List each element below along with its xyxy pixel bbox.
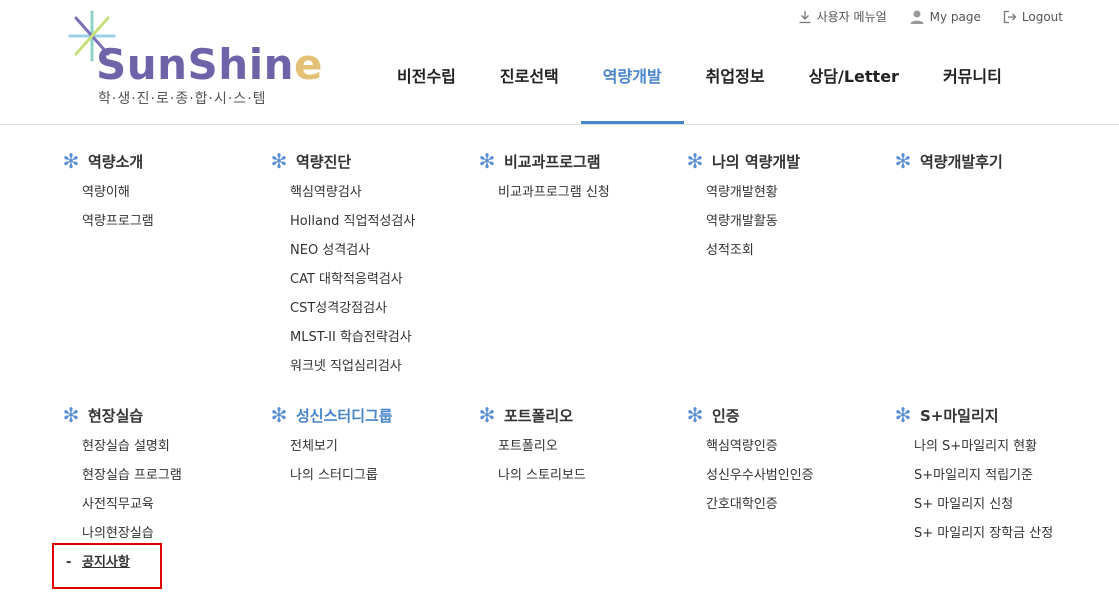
nav-counseling[interactable]: 상담/Letter	[787, 60, 921, 124]
menu-column: ✻ 포트폴리오 포트폴리오 나의 스토리보드	[478, 402, 686, 577]
menu-link[interactable]: CST성격강점검사	[290, 294, 478, 323]
menu-category-title[interactable]: ✻ 인증	[686, 402, 894, 428]
my-page-link[interactable]: My page	[909, 8, 981, 25]
menu-column: ✻ 나의 역량개발 역량개발현황 역량개발활동 성적조회	[686, 148, 894, 381]
menu-link[interactable]: 간호대학인증	[706, 490, 894, 519]
menu-column: ✻ 역량소개 역량이해 역량프로그램	[62, 148, 270, 381]
menu-link[interactable]: 현장실습 설명회	[82, 432, 270, 461]
menu-link[interactable]: 현장실습 프로그램	[82, 461, 270, 490]
logout-link[interactable]: Logout	[1003, 8, 1063, 25]
menu-link[interactable]: 워크넷 직업심리검사	[290, 352, 478, 381]
menu-list: 현장실습 설명회 현장실습 프로그램 사전직무교육 나의현장실습 공지사항	[66, 432, 270, 577]
main-navigation: 비전수립 진로선택 역량개발 취업정보 상담/Letter 커뮤니티	[375, 60, 1024, 124]
site-logo[interactable]: SunShine 학·생·진·로·종·합·시·스·템	[62, 8, 323, 108]
menu-category-title[interactable]: ✻ 역량개발후기	[894, 148, 1102, 174]
menu-category-title[interactable]: ✻ 비교과프로그램	[478, 148, 686, 174]
asterisk-icon: ✻	[270, 403, 288, 427]
download-icon	[799, 10, 811, 23]
menu-row-2: ✻현장실습 현장실습 설명회 현장실습 프로그램 사전직무교육 나의현장실습 공…	[62, 402, 1102, 577]
asterisk-icon: ✻	[686, 149, 704, 173]
menu-link[interactable]: 성적조회	[706, 236, 894, 265]
logout-icon	[1003, 10, 1017, 23]
menu-link[interactable]: NEO 성격검사	[290, 236, 478, 265]
menu-category-title[interactable]: ✻ 역량진단	[270, 148, 478, 174]
menu-link[interactable]: CAT 대학적응력검사	[290, 265, 478, 294]
menu-link[interactable]: 역량개발현황	[706, 178, 894, 207]
nav-vision[interactable]: 비전수립	[375, 60, 478, 124]
mega-menu: ✻ 역량소개 역량이해 역량프로그램 ✻ 역량진단 핵심역량검사 Holland 직…	[62, 148, 1102, 577]
menu-link[interactable]: 핵심역량인증	[706, 432, 894, 461]
user-icon	[910, 10, 924, 24]
menu-link[interactable]: 나의현장실습	[82, 519, 270, 548]
menu-link[interactable]: 역량개발활동	[706, 207, 894, 236]
menu-category-title[interactable]: ✻ 포트폴리오	[478, 402, 686, 428]
logout-label: Logout	[1021, 9, 1063, 24]
menu-link[interactable]: S+마일리지 적립기준	[914, 461, 1102, 490]
user-manual-link[interactable]: 사용자 메뉴얼	[798, 8, 887, 25]
menu-link[interactable]: MLST-II 학습전략검사	[290, 323, 478, 352]
menu-list: 비교과프로그램 신청	[498, 178, 686, 207]
menu-link[interactable]: 비교과프로그램 신청	[498, 178, 686, 207]
menu-category-title[interactable]: ✻ 성신스터디그룹	[270, 402, 478, 428]
asterisk-icon: ✻	[62, 149, 80, 173]
menu-link[interactable]: 역량프로그램	[82, 207, 270, 236]
asterisk-icon: ✻	[478, 149, 496, 173]
my-page-label: My page	[929, 9, 981, 24]
menu-column: ✻ S+마일리지 나의 S+마일리지 현황 S+마일리지 적립기준 S+ 마일리지…	[894, 402, 1102, 577]
asterisk-icon: ✻	[62, 403, 80, 427]
header-divider	[0, 124, 1119, 125]
utility-links: 사용자 메뉴얼 My page Logout	[798, 8, 1063, 25]
menu-category-title[interactable]: ✻ 역량소개	[62, 148, 270, 174]
logo-subtitle: 학·생·진·로·종·합·시·스·템	[98, 91, 267, 107]
menu-column: ✻ 성신스터디그룹 전체보기 나의 스터디그룹	[270, 402, 478, 577]
menu-column: ✻현장실습 현장실습 설명회 현장실습 프로그램 사전직무교육 나의현장실습 공…	[62, 402, 270, 577]
menu-list: 역량이해 역량프로그램	[82, 178, 270, 236]
menu-link[interactable]: 역량이해	[82, 178, 270, 207]
menu-list: 나의 S+마일리지 현황 S+마일리지 적립기준 S+ 마일리지 신청 S+ 마…	[914, 432, 1102, 548]
nav-competency[interactable]: 역량개발	[580, 60, 684, 124]
menu-link[interactable]: 나의 스터디그룹	[290, 461, 478, 490]
asterisk-icon: ✻	[478, 403, 496, 427]
asterisk-icon: ✻	[894, 403, 912, 427]
menu-list: 역량개발현황 역량개발활동 성적조회	[706, 178, 894, 265]
menu-column: ✻ 역량개발후기	[894, 148, 1102, 381]
menu-link[interactable]: S+ 마일리지 장학금 산정	[914, 519, 1102, 548]
logo-wordmark: SunShine	[96, 40, 323, 89]
menu-row-1: ✻ 역량소개 역량이해 역량프로그램 ✻ 역량진단 핵심역량검사 Holland 직…	[62, 148, 1102, 381]
menu-list: 포트폴리오 나의 스토리보드	[498, 432, 686, 490]
menu-category-title[interactable]: ✻ 나의 역량개발	[686, 148, 894, 174]
menu-link[interactable]: S+ 마일리지 신청	[914, 490, 1102, 519]
menu-link[interactable]: 나의 S+마일리지 현황	[914, 432, 1102, 461]
menu-list: 전체보기 나의 스터디그룹	[290, 432, 478, 490]
menu-category-title[interactable]: ✻ 현장실습	[62, 402, 270, 428]
menu-list: 핵심역량인증 성신우수사범인인증 간호대학인증	[706, 432, 894, 519]
notice-link[interactable]: 공지사항	[66, 548, 270, 577]
menu-link[interactable]: 포트폴리오	[498, 432, 686, 461]
menu-link[interactable]: 전체보기	[290, 432, 478, 461]
nav-employment[interactable]: 취업정보	[684, 60, 787, 124]
nav-career-choice[interactable]: 진로선택	[478, 60, 581, 124]
menu-column: ✻ 인증 핵심역량인증 성신우수사범인인증 간호대학인증	[686, 402, 894, 577]
menu-link[interactable]: 성신우수사범인인증	[706, 461, 894, 490]
asterisk-icon: ✻	[894, 149, 912, 173]
menu-column: ✻ 역량진단 핵심역량검사 Holland 직업적성검사 NEO 성격검사 CAT…	[270, 148, 478, 381]
menu-list: 핵심역량검사 Holland 직업적성검사 NEO 성격검사 CAT 대학적응력…	[290, 178, 478, 381]
menu-link[interactable]: 사전직무교육	[82, 490, 270, 519]
menu-category-title[interactable]: ✻ S+마일리지	[894, 402, 1102, 428]
nav-community[interactable]: 커뮤니티	[921, 60, 1024, 124]
menu-link[interactable]: Holland 직업적성검사	[290, 207, 478, 236]
menu-column: ✻ 비교과프로그램 비교과프로그램 신청	[478, 148, 686, 381]
asterisk-icon: ✻	[686, 403, 704, 427]
menu-link[interactable]: 나의 스토리보드	[498, 461, 686, 490]
user-manual-label: 사용자 메뉴얼	[816, 10, 887, 24]
asterisk-icon: ✻	[270, 149, 288, 173]
menu-link[interactable]: 핵심역량검사	[290, 178, 478, 207]
